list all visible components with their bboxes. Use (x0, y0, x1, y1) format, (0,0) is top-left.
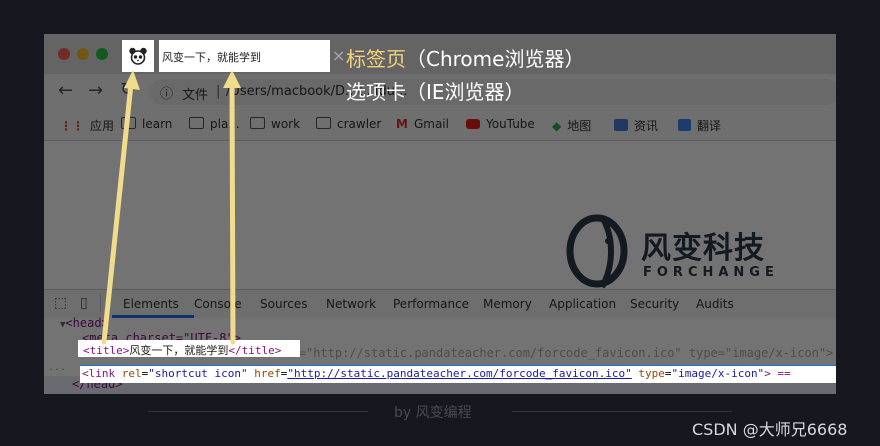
watermark: CSDN @大师兄6668 (692, 420, 848, 439)
bookmark-learn[interactable]: learn (121, 117, 172, 131)
scheme-label: 文件 (182, 88, 209, 103)
devtools-toolbar: ⬚ ▯ Elements Console Sources Network Per… (44, 289, 836, 319)
bookmark-youtube[interactable]: YouTube (466, 117, 535, 131)
news-icon (614, 119, 628, 131)
inspect-element-icon[interactable]: ⬚ (54, 295, 67, 311)
folder-icon (250, 117, 265, 129)
bookmark-apps[interactable]: ⋮⋮ 应用 (60, 117, 114, 134)
tab-performance[interactable]: Performance (393, 297, 469, 311)
folder-icon (316, 117, 331, 129)
bookmark-gmail[interactable]: M Gmail (396, 117, 449, 131)
tab-network[interactable]: Network (326, 297, 376, 311)
minimize-window-button[interactable] (77, 48, 89, 60)
page-content: 风变科技 FORCHANGE (44, 141, 836, 289)
title-line-highlight[interactable]: <title>风变一下，就能学到</title> (78, 340, 300, 357)
maximize-window-button[interactable] (96, 48, 108, 60)
link-line-highlight[interactable]: <link rel="shortcut icon" href="http://s… (80, 365, 836, 383)
apps-grid-icon: ⋮⋮ (60, 119, 84, 133)
close-window-button[interactable] (58, 48, 70, 60)
caption-line-right (512, 411, 732, 412)
bookmark-news[interactable]: 资讯 (614, 117, 658, 134)
annotation-tab: 标签页（Chrome浏览器） (346, 47, 585, 71)
tab-title-highlight[interactable]: 风变一下，就能学到 (159, 40, 330, 72)
info-icon[interactable]: ⓘ (160, 83, 173, 102)
translate-icon (678, 119, 691, 131)
caption: by 风变编程 (394, 405, 472, 421)
back-icon[interactable]: ← (58, 80, 73, 101)
bookmark-work[interactable]: work (250, 117, 300, 131)
tab-memory[interactable]: Memory (483, 297, 532, 311)
tab-title: 风变一下，就能学到 (162, 51, 261, 64)
link-line: <link rel="shortcut icon" href="http://s… (82, 367, 791, 380)
tab-application[interactable]: Application (549, 297, 616, 311)
bookmark-maps[interactable]: ◆ 地图 (552, 117, 591, 134)
forward-icon[interactable]: → (88, 80, 103, 101)
bookmark-pla[interactable]: pla... (189, 117, 240, 131)
favicon-highlight[interactable] (122, 40, 154, 72)
tab-close-icon[interactable]: × (332, 46, 345, 65)
tab-sources[interactable]: Sources (260, 297, 307, 311)
reload-icon[interactable]: ↻ (120, 79, 135, 100)
bookmark-crawler[interactable]: crawler (316, 117, 381, 131)
tab-audits[interactable]: Audits (696, 297, 734, 311)
tab-elements[interactable]: Elements (123, 297, 179, 311)
logo-title: 风变科技 (641, 231, 765, 266)
forchange-logo-icon (566, 214, 628, 289)
gmail-icon: M (396, 117, 408, 131)
maps-icon: ◆ (552, 119, 562, 133)
annotation-option-card: 选项卡（IE浏览器） (346, 80, 525, 104)
tab-security[interactable]: Security (630, 297, 679, 311)
tab-console[interactable]: Console (194, 297, 242, 311)
panda-favicon-icon (129, 47, 147, 65)
bookmark-translate[interactable]: 翻译 (678, 117, 721, 134)
head-open-line[interactable]: ▼<head> (60, 316, 109, 330)
caption-line-left (148, 411, 368, 412)
folder-icon (121, 117, 136, 129)
url-separator: | (216, 84, 221, 99)
folder-icon (189, 117, 204, 129)
bookmarks-bar: ⋮⋮ 应用 learn pla... work crawler M Gmail Yo… (44, 110, 836, 141)
youtube-icon (466, 119, 480, 129)
logo-subtitle: FORCHANGE (643, 265, 779, 280)
row-ellipsis: ... (48, 362, 67, 373)
toolbar-divider (100, 294, 101, 312)
title-line: <title>风变一下，就能学到</title> (83, 344, 282, 357)
device-toggle-icon[interactable]: ▯ (80, 295, 88, 311)
